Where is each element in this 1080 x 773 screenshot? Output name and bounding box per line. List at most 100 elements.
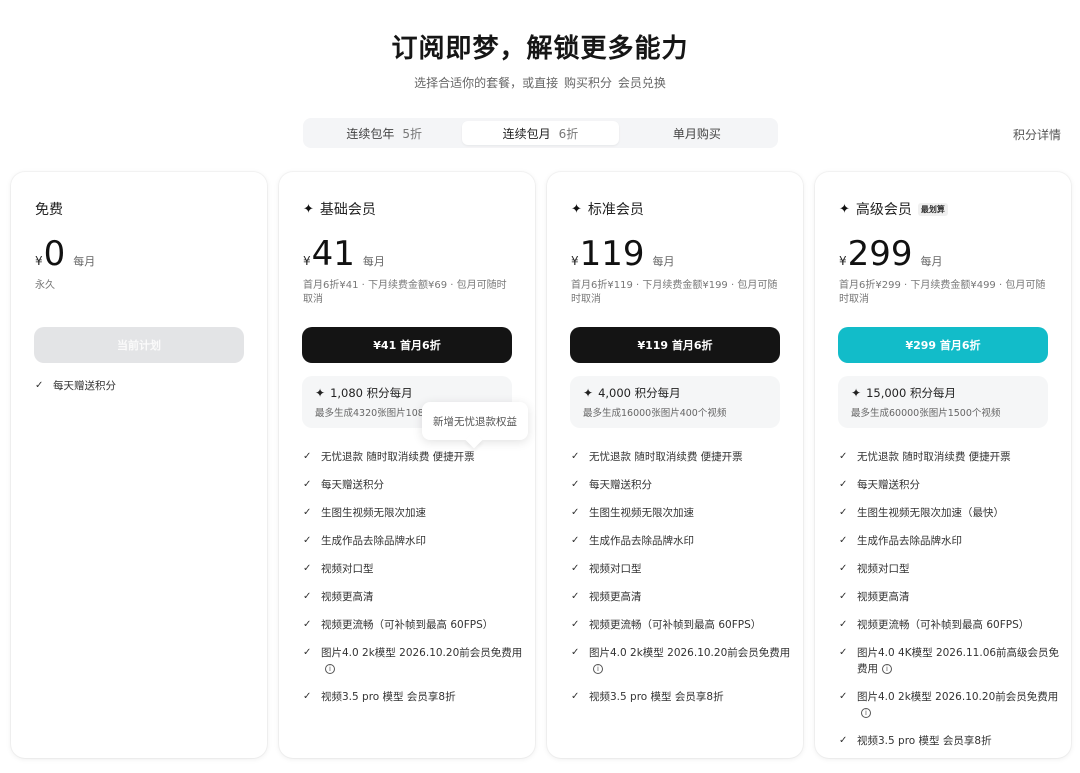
tab-single-month[interactable]: 单月购买 [619,121,775,145]
currency-symbol: ¥ [303,254,311,268]
feature-item: ✓ 视频更高清 [839,589,1061,605]
info-icon[interactable]: i [882,664,892,674]
points-box: ✦ 15,000 积分每月 最多生成60000张图片1500个视频 [838,376,1048,428]
feature-text: 无忧退款 随时取消续费 便捷开票 [321,451,475,463]
feature-text: 视频3.5 pro 模型 会员享8折 [321,691,456,703]
feature-item: ✓ 图片4.0 2k模型 2026.10.20前会员免费用 i [571,645,793,677]
feature-item: ✓ 视频3.5 pro 模型 会员享8折 [839,733,1061,749]
plan-name-text: 基础会员 [319,202,376,218]
currency-symbol: ¥ [571,254,579,268]
check-icon: ✓ [839,691,848,702]
check-icon: ✓ [303,507,312,518]
check-icon: ✓ [571,479,580,490]
feature-text: 生成作品去除品牌水印 [589,535,694,547]
feature-item: ✓ 视频3.5 pro 模型 会员享8折 [303,689,525,705]
feature-text: 视频对口型 [857,563,910,575]
feature-text: 无忧退款 随时取消续费 便捷开票 [857,451,1011,463]
plan-card-premium: ✦ 高级会员 最划算 ¥ 299 每月 首月6折¥299 · 下月续费金额¥49… [815,172,1071,758]
feature-text: 图片4.0 2k模型 2026.10.20前会员免费用 [321,647,523,659]
plan-name: ✦ 基础会员 [303,199,376,219]
points-text: 1,080 积分每月 [330,386,413,400]
info-icon[interactable]: i [325,664,335,674]
feature-item: ✓ 无忧退款 随时取消续费 便捷开票 [571,449,793,465]
tab-label: 连续包月 [502,126,551,141]
sparkle-icon: ✦ [315,386,326,400]
subscribe-standard-button[interactable]: ¥119 首月6折 [570,327,780,363]
buy-points-link[interactable]: 购买积分 [564,76,612,90]
check-icon: ✓ [839,735,848,746]
check-icon: ✓ [303,591,312,602]
feature-item: ✓ 每天赠送积分 [35,378,116,394]
price-amount: 0 [43,234,66,274]
price-amount: 41 [311,234,355,274]
tab-discount: 5折 [402,126,422,141]
feature-item: ✓ 生图生视频无限次加速（最快） [839,505,1061,521]
billing-period-tabs: 连续包年 5折 连续包月 6折 单月购买 [303,118,778,148]
plan-name-text: 免费 [35,202,63,218]
feature-text: 视频3.5 pro 模型 会员享8折 [857,735,992,747]
tab-monthly[interactable]: 连续包月 6折 [462,121,619,145]
tab-label: 单月购买 [672,126,721,141]
check-icon: ✓ [303,619,312,630]
plan-name-text: 标准会员 [587,202,644,218]
subscribe-premium-button[interactable]: ¥299 首月6折 [838,327,1048,363]
feature-list: ✓ 每天赠送积分 [35,378,116,406]
subscribe-basic-button[interactable]: ¥41 首月6折 [302,327,512,363]
price-row: ¥ 41 每月 [303,234,385,274]
feature-text: 生图生视频无限次加速 [589,507,694,519]
price-note: 首月6折¥299 · 下月续费金额¥499 · 包月可随时取消 [839,280,1046,305]
feature-item: ✓ 生成作品去除品牌水印 [571,533,793,549]
price-period: 每月 [652,255,675,268]
check-icon: ✓ [35,380,44,391]
points-details-link[interactable]: 积分详情 [1013,126,1061,143]
check-icon: ✓ [571,619,580,630]
check-icon: ✓ [839,507,848,518]
plan-name: 免费 [35,199,63,219]
tab-yearly[interactable]: 连续包年 5折 [306,121,462,145]
info-icon[interactable]: i [861,708,871,718]
feature-list: ✓ 无忧退款 随时取消续费 便捷开票 ✓ 每天赠送积分 ✓ 生图生视频无限次加速 ✓ 生… [303,449,525,717]
check-icon: ✓ [303,479,312,490]
feature-text: 生图生视频无限次加速 [321,507,426,519]
check-icon: ✓ [571,591,580,602]
feature-item: ✓ 图片4.0 2k模型 2026.10.20前会员免费用 i [839,689,1061,721]
feature-text: 生成作品去除品牌水印 [857,535,962,547]
plan-name: ✦ 高级会员 最划算 [839,199,948,219]
plan-name-text: 高级会员 [855,202,912,218]
check-icon: ✓ [839,591,848,602]
subtitle-text: 选择合适你的套餐，或直接 [414,76,559,90]
feature-text: 视频更高清 [589,591,642,603]
feature-text: 每天赠送积分 [321,479,384,491]
info-icon[interactable]: i [593,664,603,674]
price-row: ¥ 0 每月 [35,234,95,274]
sparkles-icon: ✦ [571,201,582,217]
points-line: ✦ 1,080 积分每月 [315,385,499,401]
feature-text: 图片4.0 2k模型 2026.10.20前会员免费用 [589,647,791,659]
feature-text: 视频对口型 [321,563,374,575]
feature-text: 生图生视频无限次加速（最快） [857,507,1004,519]
sparkles-icon: ✦ [839,201,850,217]
price-amount: 299 [847,234,913,274]
check-icon: ✓ [839,563,848,574]
points-line: ✦ 15,000 积分每月 [851,385,1035,401]
feature-item: ✓ 每天赠送积分 [839,477,1061,493]
points-text: 4,000 积分每月 [598,386,681,400]
feature-text: 视频3.5 pro 模型 会员享8折 [589,691,724,703]
feature-item: ✓ 视频对口型 [571,561,793,577]
sparkle-icon: ✦ [851,386,862,400]
redeem-membership-link[interactable]: 会员兑换 [618,76,666,90]
plan-name: ✦ 标准会员 [571,199,644,219]
feature-text: 视频更流畅（可补帧到最高 60FPS） [857,619,1030,631]
sparkle-icon: ✦ [583,386,594,400]
feature-item: ✓ 无忧退款 随时取消续费 便捷开票 [839,449,1061,465]
feature-item: ✓ 生成作品去除品牌水印 [303,533,525,549]
feature-item: ✓ 每天赠送积分 [303,477,525,493]
check-icon: ✓ [571,691,580,702]
current-plan-button: 当前计划 [34,327,244,363]
feature-item: ✓ 生成作品去除品牌水印 [839,533,1061,549]
check-icon: ✓ [839,451,848,462]
price-row: ¥ 299 每月 [839,234,943,274]
feature-item: ✓ 视频对口型 [303,561,525,577]
price-note: 永久 [35,280,55,291]
check-icon: ✓ [571,647,580,658]
